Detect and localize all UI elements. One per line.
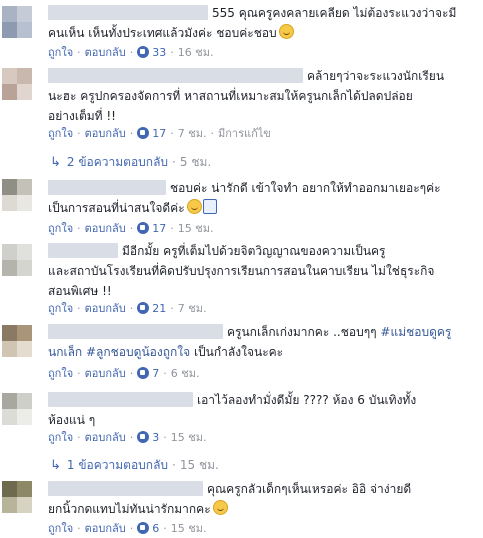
- reply-arrow-icon: ↳: [50, 458, 61, 473]
- like-badge-icon: [137, 367, 150, 379]
- comment-line: เป็นการสอนที่น่าสนใจดีค่ะ: [48, 201, 185, 215]
- timestamp[interactable]: 6 ชม.: [171, 367, 200, 380]
- like-count[interactable]: 6: [152, 522, 159, 535]
- comment-line: เอาไว้ลองทำมั่งดีมั้ย ???? ห้อง 6 บันเทิ…: [197, 393, 417, 407]
- comment-line: คนเห็น เห็นทั้งประเทศแล้วมังค่ะ ชอบค่ะชอ…: [48, 26, 277, 40]
- replies-time: 15 ชม.: [179, 458, 219, 472]
- smile-emoji-icon: [186, 199, 202, 214]
- avatar[interactable]: [2, 6, 32, 38]
- comment-text: คุณครูกลัวเด็กๆเห็นเหรอค่ะ อิอิ จ่าง่ายด…: [48, 479, 476, 519]
- comment-actions: ถูกใจ · ตอบกลับ · 17 · 15 ชม.: [48, 222, 214, 235]
- reply-link[interactable]: ตอบกลับ: [85, 302, 126, 315]
- like-count[interactable]: 33: [152, 46, 166, 59]
- comment-actions: ถูกใจ · ตอบกลับ · 6 · 15 ชม.: [48, 522, 207, 535]
- reply-link[interactable]: ตอบกลับ: [85, 46, 126, 59]
- comment-line: คล้ายๆว่าจะระแวงนักเรียน: [307, 69, 445, 83]
- comment-line: อย่างเต็มที่ !!: [48, 109, 116, 123]
- like-link[interactable]: ถูกใจ: [48, 302, 73, 315]
- timestamp[interactable]: 7 ชม.: [178, 302, 207, 315]
- like-link[interactable]: ถูกใจ: [48, 522, 73, 535]
- like-count[interactable]: 17: [152, 127, 166, 140]
- comment-line: เป็นกำลังใจนะคะ: [190, 345, 284, 359]
- comment-actions: ถูกใจ · ตอบกลับ · 7 · 6 ชม.: [48, 367, 200, 380]
- like-badge-icon: [137, 46, 150, 58]
- like-link[interactable]: ถูกใจ: [48, 367, 73, 380]
- avatar[interactable]: [2, 481, 32, 513]
- author-name-redacted[interactable]: [48, 180, 166, 195]
- author-name-redacted[interactable]: [48, 243, 118, 258]
- reply-link[interactable]: ตอบกลับ: [85, 522, 126, 535]
- avatar[interactable]: [2, 68, 32, 100]
- like-link[interactable]: ถูกใจ: [48, 46, 73, 59]
- timestamp[interactable]: 16 ชม.: [178, 46, 214, 59]
- smile-emoji-icon: [278, 24, 294, 39]
- comment-text: คล้ายๆว่าจะระแวงนักเรียน นะฮะ ครูปกครองจ…: [48, 66, 476, 126]
- timestamp[interactable]: 15 ชม.: [171, 522, 207, 535]
- edited-label[interactable]: มีการแก้ไข: [218, 127, 271, 140]
- comment-text: 555 คุณครูคงคลายเคลียด ไม่ต้องระแวงว่าจะ…: [48, 3, 476, 43]
- avatar[interactable]: [2, 179, 32, 211]
- timestamp[interactable]: 7 ชม.: [178, 127, 207, 140]
- comment-line: นะฮะ ครูปกครองจัดการที่ หาสถานที่เหมาะสม…: [48, 89, 413, 103]
- comment-actions: ถูกใจ · ตอบกลับ · 33 · 16 ชม.: [48, 46, 214, 59]
- smile-emoji-icon: [212, 500, 228, 515]
- comment-text: ครูนกเล็กเก่งมากคะ ..ชอบๆๆ #แม่ชอบดูครู …: [48, 322, 476, 362]
- view-replies-link[interactable]: ↳ 1 ข้อความตอบกลับ · 15 ชม.: [50, 456, 219, 475]
- thumbs-up-emoji-icon: [202, 199, 217, 214]
- like-link[interactable]: ถูกใจ: [48, 127, 73, 140]
- replies-count[interactable]: 1 ข้อความตอบกลับ: [67, 458, 168, 472]
- comment-line: และสถาบันโรงเรียนที่คิดปรับปรุงการเรียนก…: [48, 264, 435, 278]
- comment-line: ครูนกเล็กเก่งมากคะ ..ชอบๆๆ: [227, 325, 377, 339]
- comment-line: คุณครูกลัวเด็กๆเห็นเหรอค่ะ อิอิ จ่าง่ายด…: [207, 482, 412, 496]
- hashtag-link[interactable]: #แม่ชอบดูครู: [380, 325, 451, 339]
- like-count[interactable]: 21: [152, 302, 166, 315]
- like-link[interactable]: ถูกใจ: [48, 431, 73, 444]
- like-badge-icon: [137, 222, 150, 234]
- avatar[interactable]: [2, 393, 32, 425]
- author-name-redacted[interactable]: [48, 392, 193, 407]
- like-count[interactable]: 17: [152, 222, 166, 235]
- comment-line: ยกนิ้วกดแทบไม่ทันน่ารักมากคะ: [48, 502, 211, 516]
- reply-arrow-icon: ↳: [50, 155, 61, 170]
- comment-actions: ถูกใจ · ตอบกลับ · 17 · 7 ชม. · มีการแก้ไข: [48, 127, 271, 140]
- like-badge-icon: [137, 522, 150, 534]
- comment-actions: ถูกใจ · ตอบกลับ · 21 · 7 ชม.: [48, 302, 207, 315]
- like-count[interactable]: 3: [152, 431, 159, 444]
- author-name-redacted[interactable]: [48, 68, 303, 83]
- author-name-redacted[interactable]: [48, 324, 223, 339]
- comment-text: ชอบค่ะ น่ารักดี เข้าใจทำ อยากให้ทำออกมาเ…: [48, 178, 476, 218]
- like-badge-icon: [137, 127, 150, 139]
- author-name-redacted[interactable]: [48, 5, 208, 20]
- reply-link[interactable]: ตอบกลับ: [85, 431, 126, 444]
- author-name-redacted[interactable]: [48, 481, 203, 496]
- replies-count[interactable]: 2 ข้อความตอบกลับ: [67, 155, 168, 169]
- comment-text: เอาไว้ลองทำมั่งดีมั้ย ???? ห้อง 6 บันเทิ…: [48, 390, 476, 430]
- comment-line: ชอบค่ะ น่ารักดี เข้าใจทำ อยากให้ทำออกมาเ…: [170, 181, 441, 195]
- comment-line: ห้องแน่ ๆ: [48, 413, 96, 427]
- like-count[interactable]: 7: [152, 367, 159, 380]
- replies-time: 5 ชม.: [179, 155, 212, 169]
- reply-link[interactable]: ตอบกลับ: [85, 367, 126, 380]
- like-badge-icon: [137, 302, 150, 314]
- timestamp[interactable]: 15 ชม.: [171, 431, 207, 444]
- avatar[interactable]: [2, 325, 32, 357]
- reply-link[interactable]: ตอบกลับ: [85, 222, 126, 235]
- comment-text: มีอีกมั้ย ครูที่เต็มไปด้วยจิตวิญญาณของคว…: [48, 241, 476, 301]
- hashtag-link[interactable]: นกเล็ก #ลูกชอบดูน้องถูกใจ: [48, 345, 190, 359]
- comment-line: 555 คุณครูคงคลายเคลียด ไม่ต้องระแวงว่าจะ…: [212, 6, 457, 20]
- like-link[interactable]: ถูกใจ: [48, 222, 73, 235]
- comment-actions: ถูกใจ · ตอบกลับ · 3 · 15 ชม.: [48, 431, 207, 444]
- view-replies-link[interactable]: ↳ 2 ข้อความตอบกลับ · 5 ชม.: [50, 153, 211, 172]
- comment-line: สอนพิเศษ !!: [48, 284, 112, 298]
- avatar[interactable]: [2, 244, 32, 276]
- timestamp[interactable]: 15 ชม.: [178, 222, 214, 235]
- like-badge-icon: [137, 431, 150, 443]
- reply-link[interactable]: ตอบกลับ: [85, 127, 126, 140]
- comment-line: มีอีกมั้ย ครูที่เต็มไปด้วยจิตวิญญาณของคว…: [122, 244, 386, 258]
